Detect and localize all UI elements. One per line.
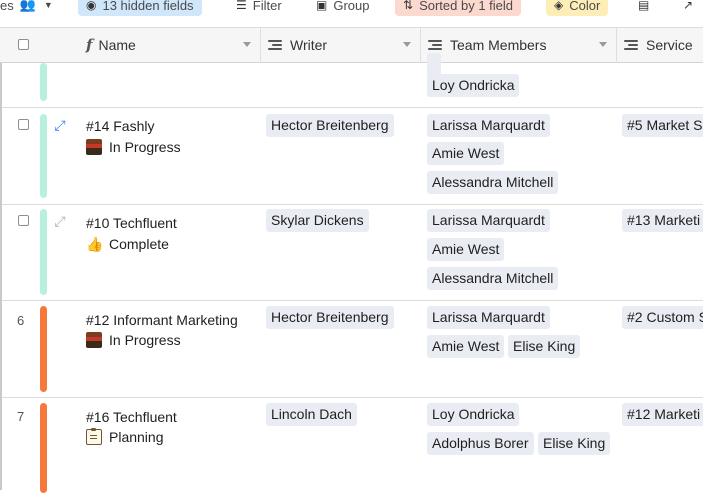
collaborator-chip: Larissa Marquardt [427, 209, 550, 232]
eye-slash-icon: ◉ [86, 0, 97, 12]
select-all-checkbox[interactable] [18, 39, 29, 50]
collaborator-chip: Loy Ondricka [427, 403, 520, 426]
clipboard-icon [86, 428, 102, 445]
writer-chip: Skylar Dickens [266, 209, 369, 232]
row-number: 7 [17, 409, 25, 424]
share-view-button[interactable]: ↗ [683, 0, 699, 16]
column-header-name[interactable]: f Name [86, 28, 136, 62]
row-color-bar [40, 403, 47, 493]
group-button[interactable]: ▣ Group [316, 0, 369, 16]
hidden-fields-button[interactable]: ◉ 13 hidden fields [78, 0, 202, 16]
record-name: #14 Fashly [86, 118, 155, 134]
row-height-button[interactable]: ▤ [638, 0, 655, 16]
expand-arrows-icon[interactable]: ⤢ [52, 117, 68, 133]
filter-button[interactable]: ☰ Filter [236, 0, 282, 16]
row-height-icon: ▤ [638, 0, 650, 12]
row-color-bar [40, 209, 47, 295]
row-number: 6 [17, 313, 25, 328]
construction-icon [86, 332, 102, 348]
record-status: In Progress [86, 332, 181, 348]
expand-arrows-icon[interactable]: ⤢ [52, 213, 68, 229]
column-team-chevron-down-icon[interactable] [599, 42, 607, 47]
writer-chip: Hector Breitenberg [266, 306, 394, 329]
group-icon: ▣ [316, 0, 328, 12]
paint-bucket-icon: ◈ [554, 0, 564, 12]
row-color-bar [40, 306, 47, 392]
chevron-down-icon[interactable]: ▼ [44, 0, 53, 10]
collaborator-chip [427, 53, 441, 76]
people-icon[interactable]: 👥 [20, 0, 36, 13]
record-name: #12 Informant Marketing [86, 312, 238, 328]
service-chip: #5 Market S [622, 114, 703, 137]
external-link-icon: ↗ [683, 0, 694, 12]
formula-icon: f [86, 36, 93, 54]
column-writer-chevron-down-icon[interactable] [403, 42, 411, 47]
writer-chip: Lincoln Dach [266, 403, 357, 426]
collaborator-chip: Loy Ondricka [427, 74, 520, 97]
collaborator-chip: Amie West [427, 238, 505, 261]
service-chip: #2 Custom S [622, 306, 703, 329]
row-color-bar [40, 63, 47, 101]
service-chip: #13 Marketi [622, 209, 703, 232]
table-row[interactable]: 7 #16 Techfluent Planning Lincoln Dach L… [0, 398, 703, 493]
row-checkbox[interactable] [18, 215, 29, 226]
partial-toolbar-label: es 👥 ▼ [0, 0, 53, 16]
sort-button[interactable]: ⇅ Sorted by 1 field [395, 0, 522, 16]
left-scroll-edge [0, 63, 2, 490]
record-status: In Progress [86, 139, 181, 155]
collaborator-chip: Alessandra Mitchell [427, 267, 559, 290]
record-name: #10 Techfluent [86, 215, 177, 231]
collaborator-chip: Adolphus Borer [427, 432, 534, 455]
service-chip: #12 Marketi [622, 403, 703, 426]
table-row[interactable]: 6 #12 Informant Marketing In Progress He… [0, 301, 703, 398]
filter-icon: ☰ [236, 0, 247, 12]
table-row[interactable]: ⤢ #14 Fashly In Progress Hector Breitenb… [0, 108, 703, 205]
toolbar: es 👥 ▼ ◉ 13 hidden fields ☰ Filter ▣ Gro… [0, 0, 703, 27]
color-button[interactable]: ◈ Color [546, 0, 609, 16]
record-status: Planning [86, 428, 164, 445]
thumbs-up-icon: 👍 [86, 236, 104, 252]
record-name: #16 Techfluent [86, 409, 177, 425]
collaborator-chip: Larissa Marquardt [427, 306, 550, 329]
long-text-icon [428, 39, 444, 51]
long-text-icon [268, 39, 284, 51]
column-header-writer[interactable]: Writer [268, 28, 327, 62]
column-name-chevron-down-icon[interactable] [243, 42, 251, 47]
column-header-team-members[interactable]: Team Members [428, 28, 546, 62]
sort-icon: ⇅ [403, 0, 414, 12]
column-header-service[interactable]: Service [624, 28, 693, 62]
collaborator-chip: Larissa Marquardt [427, 114, 550, 137]
grid-header: f Name Writer Team Members Service [0, 27, 703, 63]
collaborator-chip: Elise King [538, 432, 611, 455]
row-checkbox[interactable] [18, 119, 29, 130]
record-status: 👍 Complete [86, 236, 169, 252]
writer-chip: Hector Breitenberg [266, 114, 394, 137]
construction-icon [86, 139, 102, 155]
table-row[interactable]: Loy Ondricka [0, 53, 703, 108]
table-row[interactable]: ⤢ #10 Techfluent 👍 Complete Skylar Dicke… [0, 205, 703, 301]
collaborator-chip: Amie West [427, 142, 505, 165]
long-text-icon [624, 39, 640, 51]
collaborator-chip: Amie West [427, 335, 505, 358]
collaborator-chip: Elise King [508, 335, 581, 358]
collaborator-chip: Alessandra Mitchell [427, 171, 559, 194]
row-color-bar [40, 114, 47, 198]
